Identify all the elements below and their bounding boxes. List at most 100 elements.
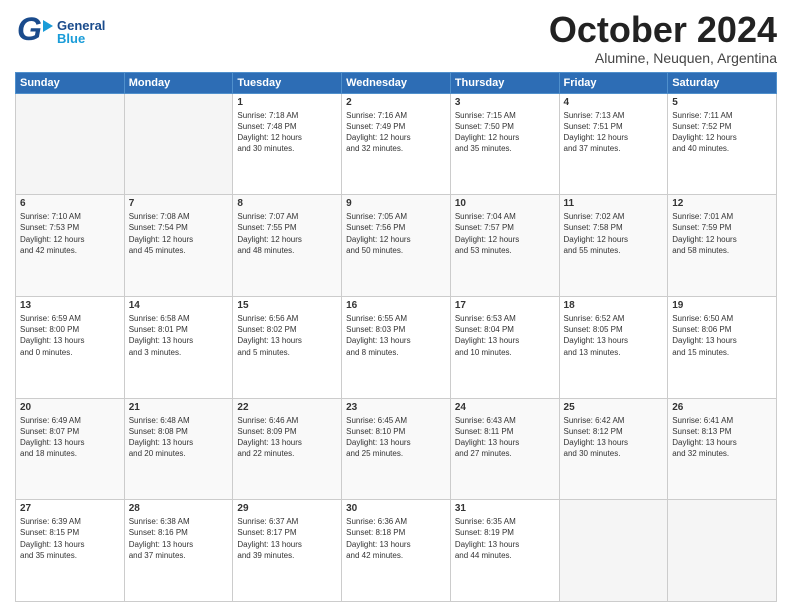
day-number: 12 xyxy=(672,198,772,209)
day-number: 9 xyxy=(346,198,446,209)
page: G General Blue October 2024 Alumine, Neu… xyxy=(0,0,792,612)
table-row: 3 Sunrise: 7:15 AM Sunset: 7:50 PM Daylig… xyxy=(450,93,559,195)
day-number: 23 xyxy=(346,402,446,413)
day-number: 18 xyxy=(564,300,664,311)
day-number: 21 xyxy=(129,402,229,413)
table-row: 6Sunrise: 7:10 AM Sunset: 7:53 PM Daylig… xyxy=(16,195,125,297)
table-row: 1 Sunrise: 7:18 AM Sunset: 7:48 PM Daylig… xyxy=(233,93,342,195)
header-sunday: Sunday xyxy=(16,72,125,93)
month-title: October 2024 xyxy=(549,10,777,50)
table-row xyxy=(559,500,668,602)
day-details: Sunrise: 7:02 AM Sunset: 7:58 PM Dayligh… xyxy=(564,211,664,256)
table-row: 8Sunrise: 7:07 AM Sunset: 7:55 PM Daylig… xyxy=(233,195,342,297)
table-row: 21 Sunrise: 6:48 AM Sunset: 8:08 PM Dayli… xyxy=(124,398,233,500)
table-row: 16 Sunrise: 6:55 AM Sunset: 8:03 PM Dayli… xyxy=(342,296,451,398)
header-wednesday: Wednesday xyxy=(342,72,451,93)
subtitle: Alumine, Neuquen, Argentina xyxy=(549,50,777,66)
day-number: 14 xyxy=(129,300,229,311)
day-details: Sunrise: 7:10 AM Sunset: 7:53 PM Dayligh… xyxy=(20,211,120,256)
table-row: 2Sunrise: 7:16 AM Sunset: 7:49 PM Daylig… xyxy=(342,93,451,195)
day-number: 16 xyxy=(346,300,446,311)
day-number: 17 xyxy=(455,300,555,311)
day-number: 5 xyxy=(672,97,772,108)
calendar-week-row: 27 Sunrise: 6:39 AM Sunset: 8:15 PM Dayli… xyxy=(16,500,777,602)
calendar-week-row: 6Sunrise: 7:10 AM Sunset: 7:53 PM Daylig… xyxy=(16,195,777,297)
title-area: October 2024 Alumine, Neuquen, Argentina xyxy=(549,10,777,66)
day-details: Sunrise: 6:35 AM Sunset: 8:19 PM Dayligh… xyxy=(455,516,555,561)
calendar-table: Sunday Monday Tuesday Wednesday Thursday… xyxy=(15,72,777,602)
table-row: 25 Sunrise: 6:42 AM Sunset: 8:12 PM Dayli… xyxy=(559,398,668,500)
header-saturday: Saturday xyxy=(668,72,777,93)
day-details: Sunrise: 6:59 AM Sunset: 8:00 PM Dayligh… xyxy=(20,313,120,358)
table-row: 15 Sunrise: 6:56 AM Sunset: 8:02 PM Dayli… xyxy=(233,296,342,398)
day-details: Sunrise: 6:56 AM Sunset: 8:02 PM Dayligh… xyxy=(237,313,337,358)
logo-g-letter: G xyxy=(15,10,53,53)
day-details: Sunrise: 6:50 AM Sunset: 8:06 PM Dayligh… xyxy=(672,313,772,358)
table-row xyxy=(16,93,125,195)
day-number: 27 xyxy=(20,503,120,514)
header-thursday: Thursday xyxy=(450,72,559,93)
day-number: 31 xyxy=(455,503,555,514)
day-number: 13 xyxy=(20,300,120,311)
header-tuesday: Tuesday xyxy=(233,72,342,93)
day-details: Sunrise: 6:45 AM Sunset: 8:10 PM Dayligh… xyxy=(346,415,446,460)
calendar-week-row: 20Sunrise: 6:49 AM Sunset: 8:07 PM Dayli… xyxy=(16,398,777,500)
logo-text-group: General Blue xyxy=(57,19,105,45)
table-row: 29 Sunrise: 6:37 AM Sunset: 8:17 PM Dayli… xyxy=(233,500,342,602)
weekday-header-row: Sunday Monday Tuesday Wednesday Thursday… xyxy=(16,72,777,93)
day-number: 15 xyxy=(237,300,337,311)
day-details: Sunrise: 6:42 AM Sunset: 8:12 PM Dayligh… xyxy=(564,415,664,460)
day-details: Sunrise: 7:15 AM Sunset: 7:50 PM Dayligh… xyxy=(455,110,555,155)
table-row: 19 Sunrise: 6:50 AM Sunset: 8:06 PM Dayli… xyxy=(668,296,777,398)
day-number: 30 xyxy=(346,503,446,514)
table-row: 24 Sunrise: 6:43 AM Sunset: 8:11 PM Dayli… xyxy=(450,398,559,500)
day-number: 29 xyxy=(237,503,337,514)
calendar-week-row: 1 Sunrise: 7:18 AM Sunset: 7:48 PM Daylig… xyxy=(16,93,777,195)
table-row: 10Sunrise: 7:04 AM Sunset: 7:57 PM Dayli… xyxy=(450,195,559,297)
table-row: 17 Sunrise: 6:53 AM Sunset: 8:04 PM Dayli… xyxy=(450,296,559,398)
logo-general: General xyxy=(57,19,105,32)
svg-text:G: G xyxy=(17,11,42,47)
day-number: 3 xyxy=(455,97,555,108)
table-row xyxy=(124,93,233,195)
day-details: Sunrise: 6:53 AM Sunset: 8:04 PM Dayligh… xyxy=(455,313,555,358)
day-details: Sunrise: 7:18 AM Sunset: 7:48 PM Dayligh… xyxy=(237,110,337,155)
day-number: 2 xyxy=(346,97,446,108)
day-details: Sunrise: 6:36 AM Sunset: 8:18 PM Dayligh… xyxy=(346,516,446,561)
table-row: 12Sunrise: 7:01 AM Sunset: 7:59 PM Dayli… xyxy=(668,195,777,297)
table-row: 27 Sunrise: 6:39 AM Sunset: 8:15 PM Dayli… xyxy=(16,500,125,602)
day-details: Sunrise: 6:48 AM Sunset: 8:08 PM Dayligh… xyxy=(129,415,229,460)
table-row xyxy=(668,500,777,602)
day-number: 1 xyxy=(237,97,337,108)
day-number: 20 xyxy=(20,402,120,413)
day-details: Sunrise: 6:43 AM Sunset: 8:11 PM Dayligh… xyxy=(455,415,555,460)
header-monday: Monday xyxy=(124,72,233,93)
table-row: 13 Sunrise: 6:59 AM Sunset: 8:00 PM Dayli… xyxy=(16,296,125,398)
table-row: 7Sunrise: 7:08 AM Sunset: 7:54 PM Daylig… xyxy=(124,195,233,297)
day-details: Sunrise: 6:58 AM Sunset: 8:01 PM Dayligh… xyxy=(129,313,229,358)
day-details: Sunrise: 7:04 AM Sunset: 7:57 PM Dayligh… xyxy=(455,211,555,256)
day-details: Sunrise: 6:55 AM Sunset: 8:03 PM Dayligh… xyxy=(346,313,446,358)
header-friday: Friday xyxy=(559,72,668,93)
day-number: 28 xyxy=(129,503,229,514)
day-details: Sunrise: 6:37 AM Sunset: 8:17 PM Dayligh… xyxy=(237,516,337,561)
day-number: 22 xyxy=(237,402,337,413)
table-row: 26Sunrise: 6:41 AM Sunset: 8:13 PM Dayli… xyxy=(668,398,777,500)
day-details: Sunrise: 6:38 AM Sunset: 8:16 PM Dayligh… xyxy=(129,516,229,561)
day-number: 4 xyxy=(564,97,664,108)
day-number: 26 xyxy=(672,402,772,413)
table-row: 14 Sunrise: 6:58 AM Sunset: 8:01 PM Dayli… xyxy=(124,296,233,398)
table-row: 11Sunrise: 7:02 AM Sunset: 7:58 PM Dayli… xyxy=(559,195,668,297)
day-number: 19 xyxy=(672,300,772,311)
day-number: 24 xyxy=(455,402,555,413)
table-row: 30 Sunrise: 6:36 AM Sunset: 8:18 PM Dayli… xyxy=(342,500,451,602)
day-number: 25 xyxy=(564,402,664,413)
table-row: 31 Sunrise: 6:35 AM Sunset: 8:19 PM Dayli… xyxy=(450,500,559,602)
table-row: 9Sunrise: 7:05 AM Sunset: 7:56 PM Daylig… xyxy=(342,195,451,297)
day-details: Sunrise: 7:13 AM Sunset: 7:51 PM Dayligh… xyxy=(564,110,664,155)
day-details: Sunrise: 6:39 AM Sunset: 8:15 PM Dayligh… xyxy=(20,516,120,561)
day-details: Sunrise: 7:07 AM Sunset: 7:55 PM Dayligh… xyxy=(237,211,337,256)
day-details: Sunrise: 6:52 AM Sunset: 8:05 PM Dayligh… xyxy=(564,313,664,358)
table-row: 5Sunrise: 7:11 AM Sunset: 7:52 PM Daylig… xyxy=(668,93,777,195)
logo: G General Blue xyxy=(15,10,105,53)
